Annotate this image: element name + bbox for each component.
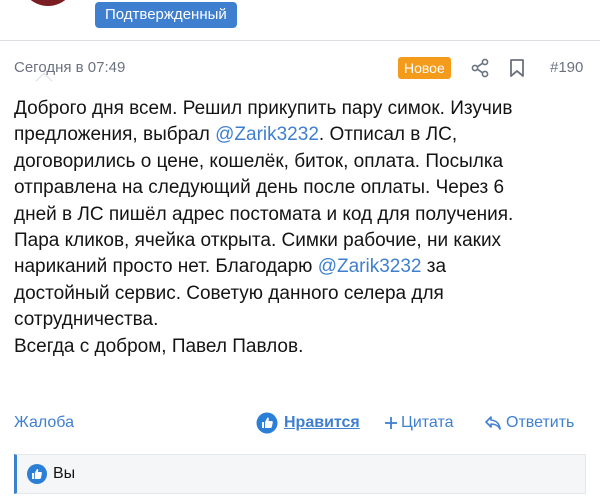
body-line: отправлена на следующий день после оплат… <box>14 175 589 201</box>
body-line: сотрудничества. <box>14 307 589 333</box>
post-actions: Жалоба Нравится Цитата Ответить <box>0 411 600 435</box>
like-reaction-icon <box>27 464 47 484</box>
avatar[interactable] <box>20 0 76 6</box>
reply-button[interactable]: Ответить <box>484 414 574 432</box>
like-button[interactable]: Нравится <box>256 411 360 435</box>
post-body: Доброго дня всем. Решил прикупить пару с… <box>14 96 589 360</box>
body-line: договорились о цене, кошелёк, биток, опл… <box>14 149 589 175</box>
body-line: Всегда с добром, Павел Павлов. <box>14 334 589 360</box>
user-mention-link[interactable]: @Zarik3232 <box>215 124 319 145</box>
top-strip: Подтвержденный <box>0 0 600 36</box>
verified-badge: Подтвержденный <box>95 2 237 28</box>
bookmark-icon[interactable] <box>508 58 526 78</box>
share-icon[interactable] <box>470 58 490 78</box>
post-meta: Сегодня в 07:49 Новое #190 <box>0 53 600 81</box>
quote-button[interactable]: Цитата <box>384 414 454 432</box>
post: Сегодня в 07:49 Новое #190 Доброго дня в… <box>0 40 600 496</box>
body-text: Всегда с добром, Павел Павлов. <box>14 335 304 357</box>
body-line: Пара кликов, ячейка открыта. Симки рабоч… <box>14 228 589 254</box>
body-line: предложения, выбрал @Zarik3232. Отписал … <box>14 122 589 148</box>
user-mention-link[interactable]: @Zarik3232 <box>318 256 422 277</box>
body-line: достойный сервис. Советую данного селера… <box>14 281 589 307</box>
body-line: нариканий просто нет. Благодарю @Zarik32… <box>14 254 589 280</box>
reply-icon <box>485 416 501 430</box>
body-text: предложения, выбрал <box>14 124 216 146</box>
body-text: за <box>421 256 447 278</box>
reactions-text: Вы <box>53 465 76 482</box>
body-text: договорились о цене, кошелёк, биток, опл… <box>14 150 504 172</box>
like-icon <box>256 412 278 434</box>
reactions-bar[interactable]: Вы <box>14 454 586 494</box>
body-text: сотрудничества. <box>14 309 159 331</box>
post-number[interactable]: #190 <box>550 59 583 76</box>
body-line: дней в ЛС пишёл адрес постомата и код дл… <box>14 202 589 228</box>
body-text: достойный сервис. Советую данного селера… <box>14 282 444 304</box>
plus-icon <box>385 417 397 429</box>
report-link[interactable]: Жалоба <box>14 414 74 432</box>
new-badge: Новое <box>398 57 451 79</box>
like-label: Нравится <box>284 414 360 431</box>
body-text: отправлена на следующий день после оплат… <box>14 177 505 199</box>
body-text: Доброго дня всем. Решил прикупить пару с… <box>14 98 513 119</box>
post-date[interactable]: Сегодня в 07:49 <box>14 59 125 76</box>
body-text: нариканий просто нет. Благодарю <box>14 256 318 278</box>
body-text: . Отписал в ЛС, <box>318 124 458 146</box>
reply-label: Ответить <box>506 414 575 431</box>
quote-label: Цитата <box>401 414 454 431</box>
body-line: Доброго дня всем. Решил прикупить пару с… <box>14 96 589 122</box>
body-text: Пара кликов, ячейка открыта. Симки рабоч… <box>14 230 502 252</box>
body-text: дней в ЛС пишёл адрес постомата и код дл… <box>14 203 514 225</box>
